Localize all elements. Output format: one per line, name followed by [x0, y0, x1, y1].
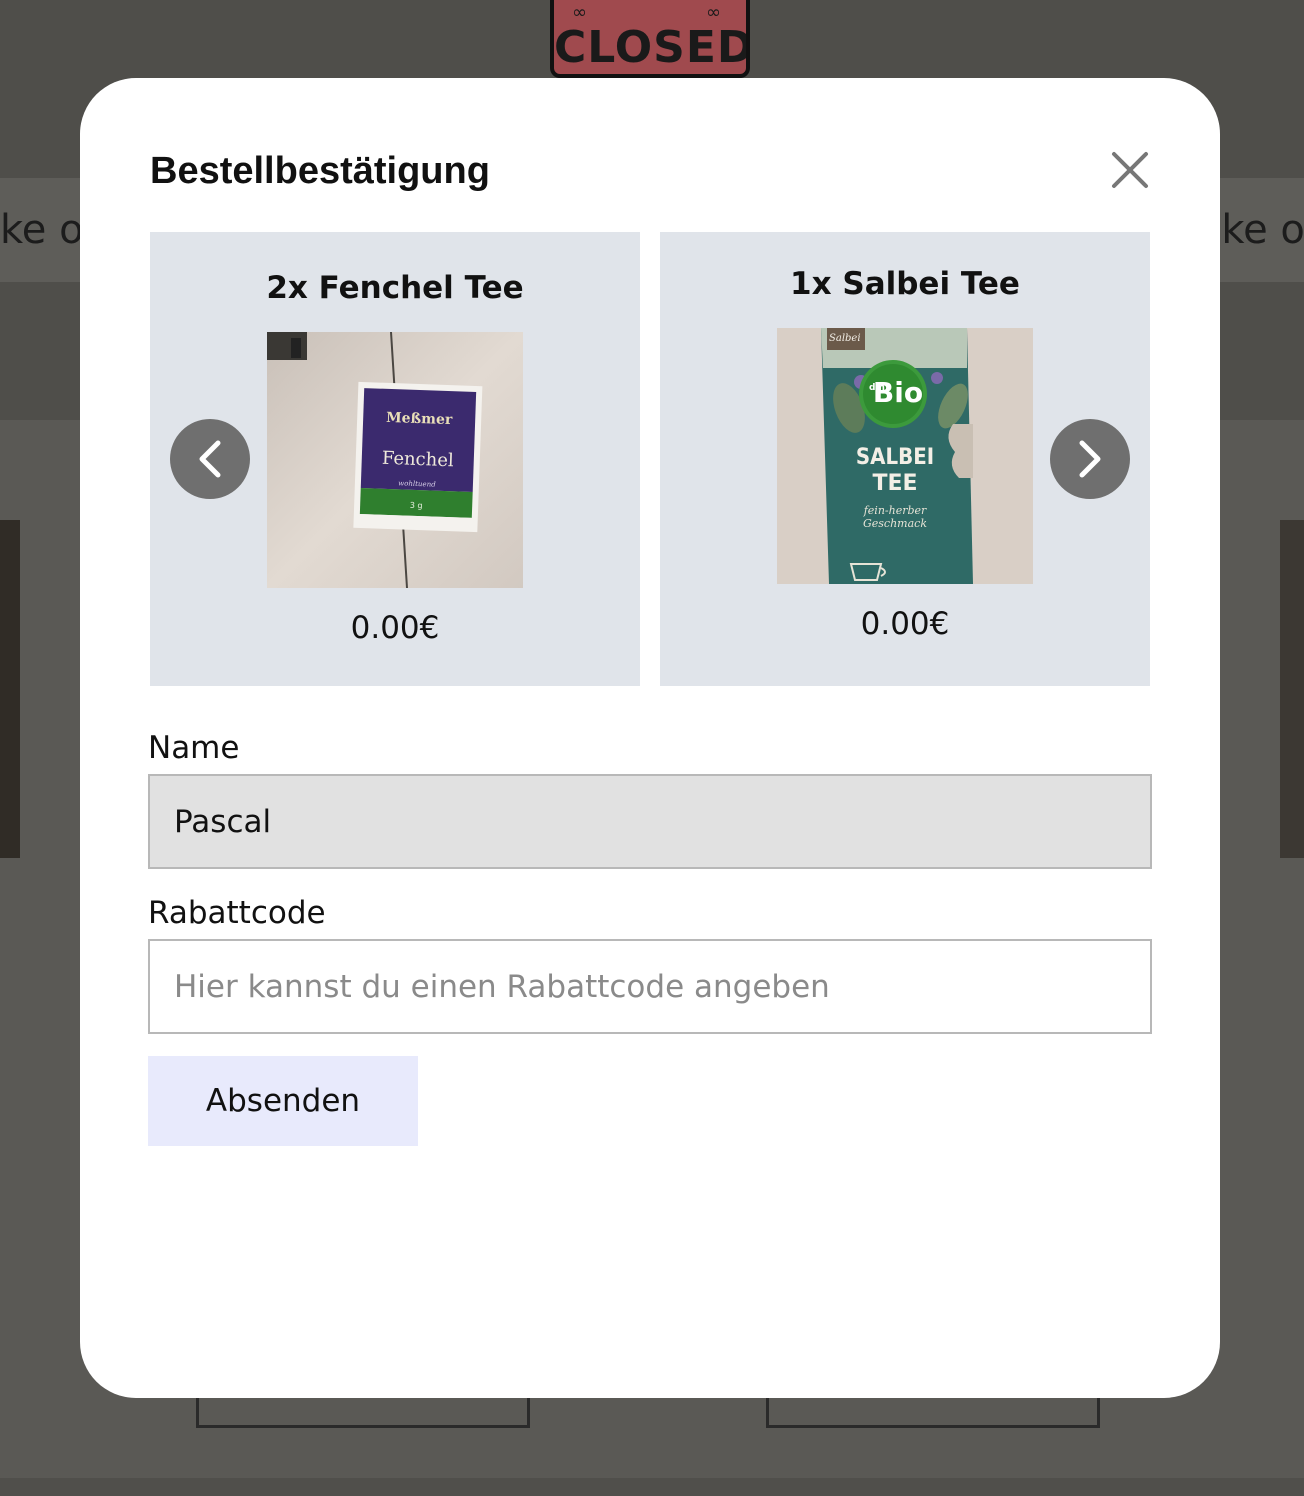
badge-brand-text: Bio: [873, 376, 923, 409]
closed-sign-text: CLOSED: [554, 22, 750, 73]
submit-button[interactable]: Absenden: [148, 1056, 418, 1146]
fenchel-tee-image: Meßmer Fenchel wohltuend 3 g: [267, 332, 523, 588]
package-sub-line-2: Geschmack: [863, 517, 927, 530]
background-photo-left: [0, 520, 20, 858]
package-name: Fenchel: [382, 448, 455, 472]
item-price: 0.00€: [350, 610, 440, 646]
close-icon: [1112, 152, 1148, 188]
item-title: 2x Fenchel Tee: [266, 270, 524, 306]
close-button[interactable]: [1108, 148, 1152, 192]
package-name-line-1: SALBEI: [856, 445, 934, 470]
package-name-line-2: TEE: [872, 471, 917, 496]
sign-ornament-right: ∞: [706, 2, 721, 23]
package-sub-line-1: fein-herber: [863, 504, 927, 517]
package-weight: 3 g: [410, 501, 423, 510]
sign-ornament-left: ∞: [572, 2, 587, 23]
package-subtitle: wohltuend: [398, 479, 436, 488]
closed-sign-image: ∞ ∞ CLOSED: [550, 0, 750, 78]
discount-code-input[interactable]: [148, 939, 1152, 1034]
package-brand: Meßmer: [386, 410, 453, 428]
background-footer: [0, 1478, 1304, 1496]
carousel-prev-button[interactable]: [170, 419, 250, 499]
carousel-next-button[interactable]: [1050, 419, 1130, 499]
package-top-label: Salbei: [829, 333, 861, 344]
chevron-left-icon: [199, 440, 221, 478]
name-label: Name: [148, 730, 240, 766]
salbei-tee-image: Salbei dm Bio SALBEI TEE fein-herber Ges…: [777, 328, 1033, 584]
dialog-title: Bestellbestätigung: [150, 150, 490, 192]
background-banner-text-left: ke o: [0, 207, 84, 253]
order-confirmation-dialog: Bestellbestätigung 2x Fenchel Tee Meßmer…: [80, 78, 1220, 1398]
item-price: 0.00€: [860, 606, 950, 642]
name-input[interactable]: [148, 774, 1152, 869]
discount-code-label: Rabattcode: [148, 895, 326, 931]
order-items-carousel: 2x Fenchel Tee Meßmer Fenchel wohltuend …: [150, 232, 1150, 686]
chevron-right-icon: [1079, 440, 1101, 478]
item-title: 1x Salbei Tee: [790, 266, 1020, 302]
background-photo-right: [1280, 520, 1304, 858]
